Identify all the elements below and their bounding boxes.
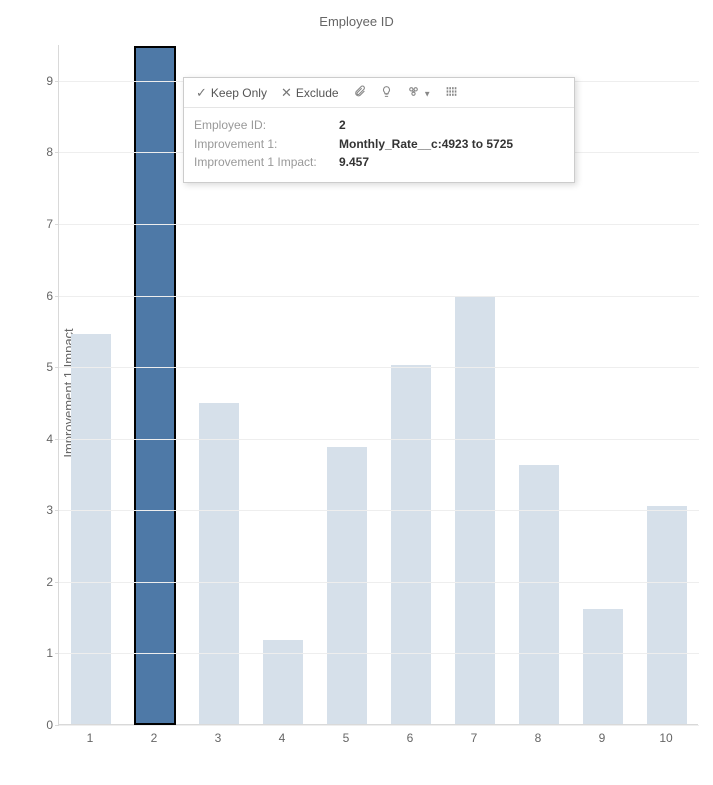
x-tick-label: 7	[464, 731, 484, 745]
exclude-label: Exclude	[296, 86, 339, 100]
gridline	[59, 439, 699, 440]
x-tick-label: 4	[272, 731, 292, 745]
x-tick-label: 3	[208, 731, 228, 745]
gridline	[59, 582, 699, 583]
attachment-icon[interactable]	[349, 85, 370, 100]
tooltip-value: Monthly_Rate__c:4923 to 5725	[339, 135, 513, 154]
y-tick	[55, 296, 59, 297]
bar[interactable]	[327, 447, 367, 724]
chart-title: Employee ID	[0, 14, 713, 29]
y-tick-label: 3	[35, 503, 53, 517]
close-icon: ✕	[281, 86, 292, 99]
y-tick	[55, 582, 59, 583]
y-tick	[55, 81, 59, 82]
y-tick-label: 7	[35, 217, 53, 231]
y-tick-label: 9	[35, 74, 53, 88]
y-tick	[55, 367, 59, 368]
bar[interactable]	[71, 334, 111, 724]
y-tick	[55, 653, 59, 654]
check-icon: ✓	[196, 86, 207, 99]
exclude-button[interactable]: ✕ Exclude	[277, 84, 343, 102]
gridline	[59, 296, 699, 297]
y-tick-label: 0	[35, 718, 53, 732]
x-tick-label: 8	[528, 731, 548, 745]
tooltip-body: Employee ID: 2 Improvement 1: Monthly_Ra…	[184, 108, 574, 182]
x-tick-label: 9	[592, 731, 612, 745]
bar[interactable]	[135, 47, 175, 724]
x-tick-label: 2	[144, 731, 164, 745]
bar[interactable]	[391, 365, 431, 724]
y-tick-label: 4	[35, 432, 53, 446]
keep-only-button[interactable]: ✓ Keep Only	[192, 84, 271, 102]
y-tick-label: 2	[35, 575, 53, 589]
x-tick-label: 6	[400, 731, 420, 745]
bar[interactable]	[519, 465, 559, 724]
tooltip-toolbar: ✓ Keep Only ✕ Exclude ▼	[184, 78, 574, 108]
gridline	[59, 653, 699, 654]
tooltip-value: 9.457	[339, 153, 369, 172]
y-tick-label: 5	[35, 360, 53, 374]
tooltip-value: 2	[339, 116, 346, 135]
y-tick-label: 8	[35, 145, 53, 159]
chart-container: Employee ID Improvement 1 Impact 0123456…	[0, 0, 713, 785]
view-data-icon[interactable]	[441, 85, 462, 100]
keep-only-label: Keep Only	[211, 86, 267, 100]
y-tick	[55, 152, 59, 153]
lightbulb-icon[interactable]	[376, 85, 397, 100]
y-tick	[55, 224, 59, 225]
x-tick-label: 10	[656, 731, 676, 745]
tooltip: ✓ Keep Only ✕ Exclude ▼ Employ	[183, 77, 575, 183]
bar[interactable]	[583, 609, 623, 724]
tooltip-key: Improvement 1 Impact:	[194, 153, 339, 172]
y-tick-label: 6	[35, 289, 53, 303]
y-tick	[55, 510, 59, 511]
tooltip-key: Employee ID:	[194, 116, 339, 135]
bar[interactable]	[647, 506, 687, 724]
x-tick-label: 5	[336, 731, 356, 745]
x-tick-label: 1	[80, 731, 100, 745]
group-icon[interactable]: ▼	[403, 85, 436, 100]
gridline	[59, 224, 699, 225]
bar[interactable]	[199, 403, 239, 724]
tooltip-row: Improvement 1: Monthly_Rate__c:4923 to 5…	[194, 135, 564, 154]
tooltip-key: Improvement 1:	[194, 135, 339, 154]
y-tick	[55, 439, 59, 440]
tooltip-row: Improvement 1 Impact: 9.457	[194, 153, 564, 172]
gridline	[59, 510, 699, 511]
tooltip-row: Employee ID: 2	[194, 116, 564, 135]
y-tick-label: 1	[35, 646, 53, 660]
gridline	[59, 367, 699, 368]
x-axis: 1 2 3 4 5 6 7 8 9 10	[58, 725, 698, 745]
